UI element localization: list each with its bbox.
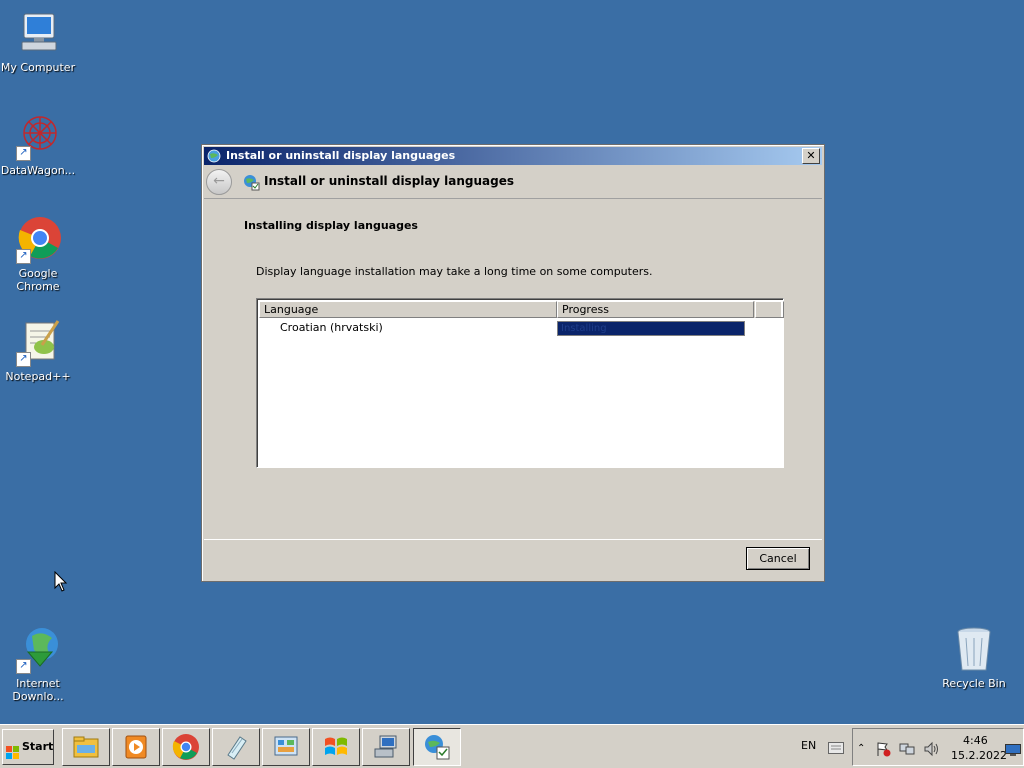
desktop-icon-recycle-bin[interactable]: Recycle Bin xyxy=(936,626,1012,690)
file-explorer-icon xyxy=(72,733,100,761)
taskbar-app-control-panel[interactable] xyxy=(262,728,310,766)
shortcut-arrow-icon: ↗ xyxy=(16,146,31,161)
datawagon-icon: ↗ xyxy=(14,113,62,161)
taskbar-app-media-player[interactable] xyxy=(112,728,160,766)
notepad-icon xyxy=(222,733,250,761)
show-desktop-icon[interactable] xyxy=(1005,741,1021,756)
taskbar-app-notepad[interactable] xyxy=(212,728,260,766)
computer-icon xyxy=(14,10,62,58)
control-panel-icon xyxy=(272,733,300,761)
progress-status: Installing xyxy=(561,323,607,334)
windows-flag-icon xyxy=(6,740,20,759)
action-center-flag-icon[interactable] xyxy=(875,741,891,757)
install-display-languages-dialog: Install or uninstall display languages ✕… xyxy=(201,144,825,582)
system-tray: ⌃ 4:46 15.2.2022 xyxy=(852,728,1024,766)
desktop-icon-datawagon[interactable]: ↗ DataWagon... xyxy=(0,113,76,177)
recycle-bin-icon xyxy=(950,626,998,674)
taskbar-app-file-explorer[interactable] xyxy=(62,728,110,766)
desktop-icon-label: Recycle Bin xyxy=(942,677,1006,690)
desktop-icon-label: DataWagon... xyxy=(0,164,76,177)
clock-date[interactable]: 15.2.2022 xyxy=(951,749,1007,762)
shortcut-arrow-icon: ↗ xyxy=(16,249,31,264)
nav-title: Install or uninstall display languages xyxy=(264,174,514,188)
dialog-title: Install or uninstall display languages xyxy=(226,149,456,162)
keyboard-icon[interactable] xyxy=(828,739,844,754)
column-header-language[interactable]: Language xyxy=(259,301,557,318)
progress-bar: Installing xyxy=(557,321,745,336)
page-description: Display language installation may take a… xyxy=(256,265,653,278)
taskbar-app-display-languages[interactable] xyxy=(413,728,461,766)
dialog-content: Installing display languages Display lan… xyxy=(204,198,822,540)
desktop-icon-google-chrome[interactable]: ↗ Google Chrome xyxy=(0,216,76,293)
language-globe-icon xyxy=(242,173,260,191)
input-language-indicator[interactable]: EN xyxy=(801,739,816,752)
windows-icon xyxy=(322,733,350,761)
back-button[interactable]: ← xyxy=(206,169,232,195)
back-arrow-icon: ← xyxy=(213,173,225,189)
clock-time[interactable]: 4:46 xyxy=(963,734,988,747)
desktop-icon-label-line2: Downlo... xyxy=(12,690,64,703)
dialog-nav-bar: ← Install or uninstall display languages xyxy=(204,167,822,197)
taskbar-app-network-computer[interactable] xyxy=(362,728,410,766)
taskbar-app-chrome[interactable] xyxy=(162,728,210,766)
desktop-icon-label: Notepad++ xyxy=(5,370,71,383)
dialog-title-bar[interactable]: Install or uninstall display languages ✕ xyxy=(204,147,822,165)
start-label: Start xyxy=(22,740,54,753)
media-player-icon xyxy=(122,733,150,761)
taskbar: Start EN ⌃ 4:46 15.2.2022 xyxy=(0,724,1024,768)
language-globe-icon xyxy=(207,149,223,163)
volume-icon[interactable] xyxy=(923,741,939,757)
chrome-icon: ↗ xyxy=(14,216,62,264)
chrome-icon xyxy=(172,733,200,761)
list-item[interactable]: Croatian (hrvatski) Installing xyxy=(259,319,781,337)
language-globe-icon xyxy=(423,733,451,761)
languages-list[interactable]: Language Progress Croatian (hrvatski) In… xyxy=(256,298,784,468)
desktop-icon-label: My Computer xyxy=(0,61,76,74)
list-header: Language Progress xyxy=(259,301,784,318)
internet-download-manager-icon: ↗ xyxy=(14,626,62,674)
column-header-progress[interactable]: Progress xyxy=(557,301,754,318)
page-heading: Installing display languages xyxy=(244,219,418,232)
show-hidden-icons-icon[interactable]: ⌃ xyxy=(857,741,873,757)
column-header-empty xyxy=(755,301,784,318)
desktop-icon-internet-download-manager[interactable]: ↗ Internet Downlo... xyxy=(0,626,76,703)
shortcut-arrow-icon: ↗ xyxy=(16,659,31,674)
network-computer-icon xyxy=(372,733,400,761)
desktop-icon-label: Google Chrome xyxy=(16,267,60,293)
cancel-button[interactable]: Cancel xyxy=(746,547,810,570)
start-button[interactable]: Start xyxy=(2,729,54,765)
shortcut-arrow-icon: ↗ xyxy=(16,352,31,367)
notepad-plus-plus-icon: ↗ xyxy=(14,319,62,367)
language-name: Croatian (hrvatski) xyxy=(280,321,383,334)
close-button[interactable]: ✕ xyxy=(802,148,820,164)
taskbar-app-windows[interactable] xyxy=(312,728,360,766)
desktop-icon-label-line1: Internet xyxy=(16,677,60,690)
desktop-icon-my-computer[interactable]: My Computer xyxy=(0,10,76,74)
desktop-icon-notepad-plus-plus[interactable]: ↗ Notepad++ xyxy=(0,319,76,383)
mouse-cursor-icon xyxy=(54,571,68,592)
network-icon[interactable] xyxy=(899,741,915,757)
